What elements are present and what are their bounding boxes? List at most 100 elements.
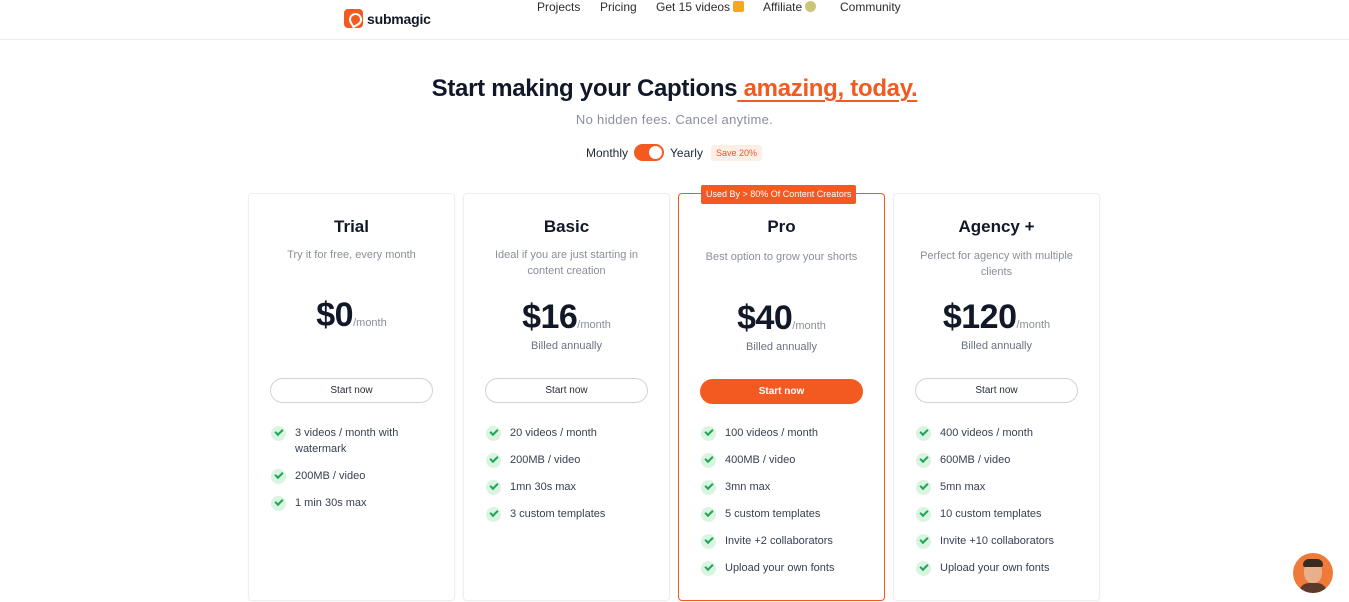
- feature-text: 10 custom templates: [940, 508, 1042, 520]
- feature-item: Upload your own fonts: [701, 560, 871, 576]
- nav-get-15-videos-label: Get 15 videos: [656, 0, 731, 14]
- gift-icon: [733, 1, 745, 12]
- plan-description: Best option to grow your shorts: [705, 251, 858, 263]
- logo-icon: [344, 9, 363, 28]
- feature-list: 3 videos / month with watermark 200MB / …: [271, 425, 441, 522]
- feature-text: 1mn 30s max: [510, 481, 577, 493]
- feature-text: Upload your own fonts: [940, 562, 1050, 574]
- check-icon: [701, 534, 716, 549]
- nav-affiliate-label: Affiliate: [763, 0, 803, 14]
- feature-item: 100 videos / month: [701, 425, 871, 441]
- feature-list: 100 videos / month 400MB / video 3mn max…: [701, 425, 871, 587]
- plan-price-row: $0/month: [249, 296, 454, 335]
- feature-text: 200MB / video: [295, 470, 366, 482]
- nav-affiliate[interactable]: Affiliate: [763, 0, 817, 14]
- feature-text: 5mn max: [940, 481, 986, 493]
- check-icon: [271, 469, 286, 484]
- check-icon: [916, 426, 931, 441]
- plan-description: Ideal if you are just starting in conten…: [494, 249, 639, 277]
- plan-price: $0: [316, 296, 354, 334]
- start-now-button[interactable]: Start now: [485, 378, 648, 403]
- check-icon: [916, 453, 931, 468]
- check-icon: [486, 480, 501, 495]
- check-icon: [486, 453, 501, 468]
- feature-item: 200MB / video: [271, 468, 441, 484]
- start-now-button[interactable]: Start now: [915, 378, 1078, 403]
- billed-annually-text: Billed annually: [746, 341, 817, 353]
- billing-period-toggle[interactable]: [634, 144, 665, 161]
- nav-pricing[interactable]: Pricing: [600, 0, 637, 14]
- feature-list: 400 videos / month 600MB / video 5mn max…: [916, 425, 1086, 587]
- plan-price-row: $16/month: [464, 298, 669, 337]
- feature-text: 1 min 30s max: [295, 497, 367, 509]
- feature-item: 400 videos / month: [916, 425, 1086, 441]
- feature-text: 3mn max: [725, 481, 771, 493]
- feature-text: 400 videos / month: [940, 427, 1033, 439]
- check-icon: [916, 534, 931, 549]
- feature-item: 600MB / video: [916, 452, 1086, 468]
- plan-period: /month: [1016, 319, 1051, 331]
- billed-annually-text: Billed annually: [531, 340, 602, 352]
- start-now-button[interactable]: Start now: [700, 379, 863, 404]
- plan-price: $40: [737, 299, 793, 337]
- feature-item: 200MB / video: [486, 452, 656, 468]
- feature-text: 100 videos / month: [725, 427, 818, 439]
- feature-item: 3 custom templates: [486, 506, 656, 522]
- plan-description: Perfect for agency with multiple clients: [920, 250, 1073, 278]
- feature-item: Upload your own fonts: [916, 560, 1086, 576]
- nav-pricing-label: Pricing: [600, 0, 637, 14]
- feature-item: Invite +2 collaborators: [701, 533, 871, 549]
- billed-annually-text: Billed annually: [961, 340, 1032, 352]
- badge-icon: [805, 1, 817, 12]
- feature-text: Invite +10 collaborators: [940, 535, 1055, 547]
- nav-projects[interactable]: Projects: [537, 0, 580, 14]
- logo-text: submagic: [367, 10, 431, 27]
- feature-item: 10 custom templates: [916, 506, 1086, 522]
- feature-item: 1 min 30s max: [271, 495, 441, 511]
- yearly-label[interactable]: Yearly: [670, 146, 703, 160]
- check-icon: [916, 507, 931, 522]
- feature-item: 1mn 30s max: [486, 479, 656, 495]
- feature-item: 5 custom templates: [701, 506, 871, 522]
- check-icon: [701, 480, 716, 495]
- plan-card-agency: Agency + Perfect for agency with multipl…: [893, 193, 1100, 601]
- logo[interactable]: submagic: [344, 9, 431, 28]
- feature-item: 3 videos / month with watermark: [271, 425, 441, 457]
- page-title-main: Start making your Captions: [431, 75, 738, 102]
- start-now-button[interactable]: Start now: [270, 378, 433, 403]
- nav-community-label: Community: [840, 0, 901, 14]
- feature-text: 3 videos / month with watermark: [295, 427, 399, 455]
- feature-text: 5 custom templates: [725, 508, 821, 520]
- feature-text: 20 videos / month: [510, 427, 597, 439]
- plan-card-basic: Basic Ideal if you are just starting in …: [463, 193, 670, 601]
- feature-item: 3mn max: [701, 479, 871, 495]
- top-nav-bar: submagic Projects Pricing Get 15 videos …: [0, 0, 1349, 40]
- check-icon: [271, 426, 286, 441]
- plan-name: Basic: [543, 217, 590, 236]
- page-title: Start making your Captions amazing, toda…: [0, 75, 1349, 103]
- popular-badge: Used By > 80% Of Content Creators: [701, 185, 857, 204]
- support-chat-avatar[interactable]: [1293, 553, 1333, 593]
- toggle-knob: [649, 146, 663, 159]
- plan-card-pro: Used By > 80% Of Content Creators Pro Be…: [678, 185, 885, 601]
- avatar-hair: [1303, 559, 1323, 567]
- feature-text: 200MB / video: [510, 454, 581, 466]
- feature-text: Upload your own fonts: [725, 562, 835, 574]
- nav-community[interactable]: Community: [840, 0, 901, 14]
- feature-item: 20 videos / month: [486, 425, 656, 441]
- check-icon: [486, 507, 501, 522]
- plan-period: /month: [792, 320, 826, 332]
- plan-card-trial: Trial Try it for free, every month $0/mo…: [248, 193, 455, 601]
- monthly-label[interactable]: Monthly: [586, 146, 628, 160]
- plan-name: Agency +: [958, 217, 1035, 236]
- feature-text: Invite +2 collaborators: [725, 535, 833, 547]
- save-badge: Save 20%: [710, 144, 762, 161]
- check-icon: [701, 507, 716, 522]
- feature-text: 600MB / video: [940, 454, 1011, 466]
- check-icon: [701, 561, 716, 576]
- nav-projects-label: Projects: [537, 0, 581, 14]
- check-icon: [916, 561, 931, 576]
- nav-get-15-videos[interactable]: Get 15 videos: [656, 0, 745, 14]
- feature-text: 3 custom templates: [510, 508, 606, 520]
- page-title-accent: amazing, today.: [737, 75, 918, 102]
